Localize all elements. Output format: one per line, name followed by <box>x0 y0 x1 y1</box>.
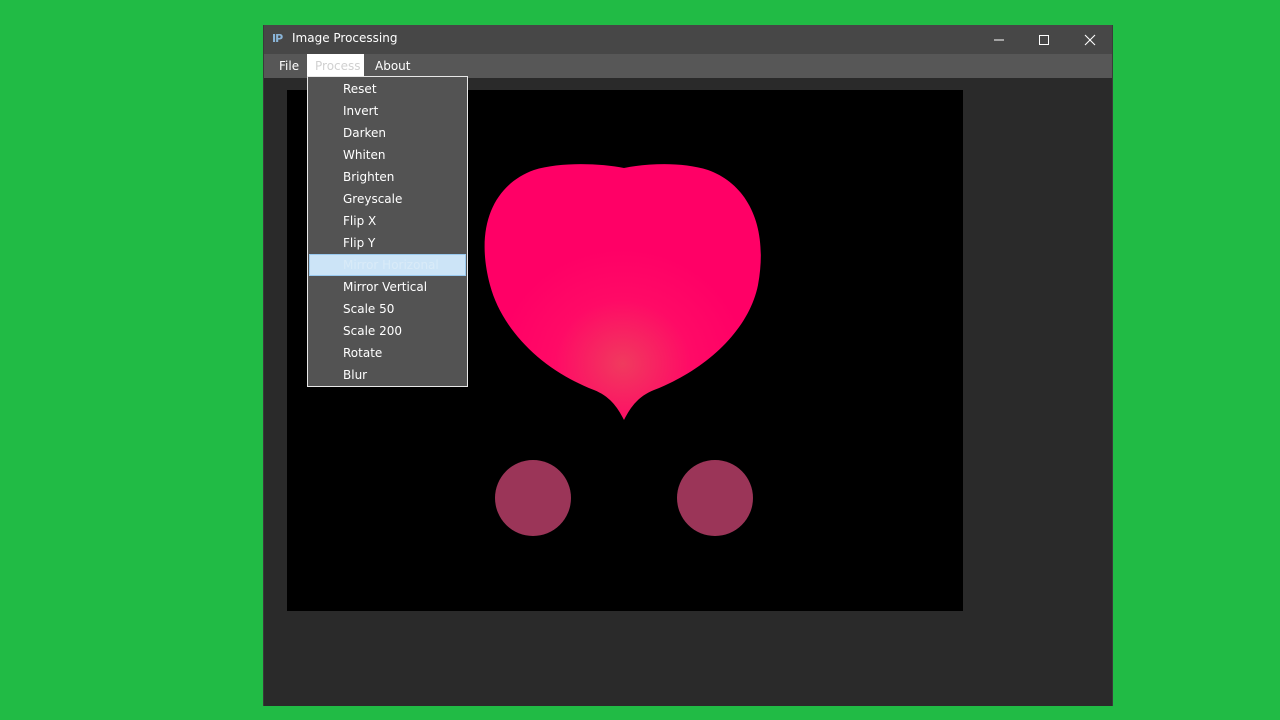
menu-item-brighten[interactable]: Brighten <box>309 166 466 188</box>
right-circle <box>677 460 753 536</box>
menu-about[interactable]: About <box>367 54 418 78</box>
menu-item-reset[interactable]: Reset <box>309 78 466 100</box>
menu-item-darken[interactable]: Darken <box>309 122 466 144</box>
menu-item-mirror-vertical[interactable]: Mirror Vertical <box>309 276 466 298</box>
close-icon <box>1084 34 1096 45</box>
menu-item-greyscale[interactable]: Greyscale <box>309 188 466 210</box>
window-title: Image Processing <box>292 31 398 45</box>
process-menu-dropdown: Reset Invert Darken Whiten Brighten Grey… <box>307 76 468 387</box>
menu-file[interactable]: File <box>271 54 307 78</box>
menu-item-whiten[interactable]: Whiten <box>309 144 466 166</box>
menu-bar: File Process About <box>264 54 1112 78</box>
menu-item-blur[interactable]: Blur <box>309 364 466 386</box>
heart-shape <box>484 164 761 420</box>
maximize-button[interactable] <box>1021 25 1067 54</box>
app-window: IP Image Processing File Process About R… <box>263 25 1113 706</box>
app-icon: IP <box>272 32 283 45</box>
maximize-icon <box>1039 34 1049 45</box>
menu-item-scale-200[interactable]: Scale 200 <box>309 320 466 342</box>
left-circle <box>495 460 571 536</box>
minimize-button[interactable] <box>976 25 1022 54</box>
menu-item-invert[interactable]: Invert <box>309 100 466 122</box>
menu-item-mirror-horizontal[interactable]: Mirror Horizonal <box>309 254 466 276</box>
minimize-icon <box>994 39 1004 40</box>
menu-item-scale-50[interactable]: Scale 50 <box>309 298 466 320</box>
close-button[interactable] <box>1067 25 1113 54</box>
menu-item-flip-y[interactable]: Flip Y <box>309 232 466 254</box>
menu-process[interactable]: Process <box>307 54 364 78</box>
menu-item-flip-x[interactable]: Flip X <box>309 210 466 232</box>
title-bar[interactable]: IP Image Processing <box>264 25 1112 54</box>
menu-item-rotate[interactable]: Rotate <box>309 342 466 364</box>
